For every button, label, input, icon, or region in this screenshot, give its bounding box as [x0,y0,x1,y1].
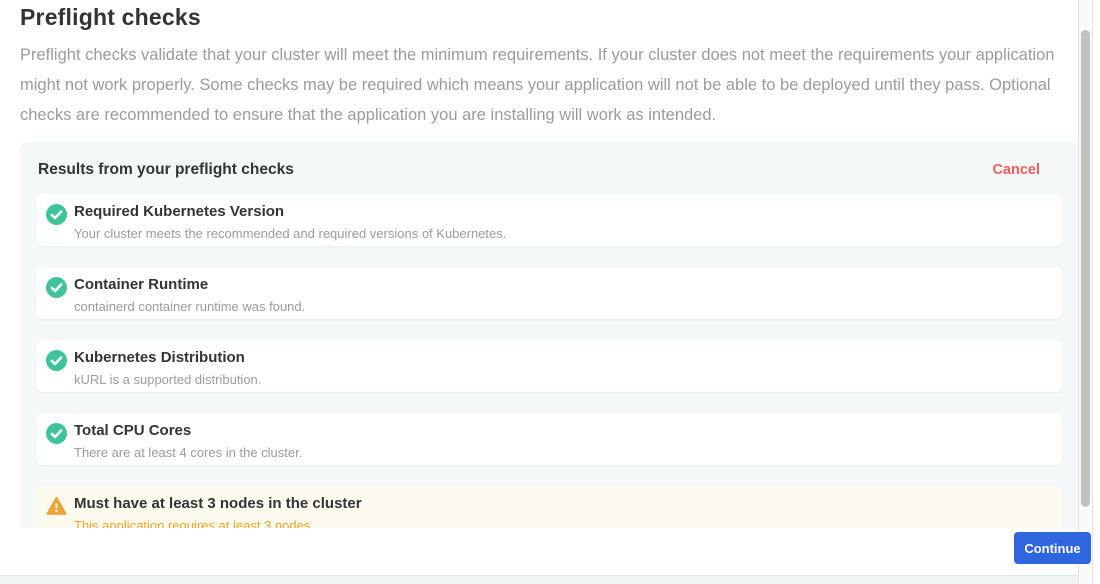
cancel-link[interactable]: Cancel [992,162,1040,178]
preflight-checks-page: Preflight checks Preflight checks valida… [0,0,1100,584]
preflight-results-panel: Results from your preflight checks Cance… [20,142,1078,584]
footer-bar [0,528,1078,576]
check-title: Total CPU Cores [74,422,302,439]
check-title: Container Runtime [74,276,305,293]
check-list: Required Kubernetes Version Your cluster… [36,194,1062,538]
check-title: Required Kubernetes Version [74,203,506,220]
check-text: Container Runtime containerd container r… [74,276,305,314]
check-text: Total CPU Cores There are at least 4 cor… [74,422,302,460]
check-message: containerd container runtime was found. [74,299,305,314]
check-row: Total CPU Cores There are at least 4 cor… [36,413,1062,465]
panel-header: Results from your preflight checks Cance… [20,142,1078,182]
check-text: Required Kubernetes Version Your cluster… [74,203,506,241]
check-row: Kubernetes Distribution kURL is a suppor… [36,340,1062,392]
check-circle-icon [46,277,67,298]
check-message: Your cluster meets the recommended and r… [74,226,506,241]
page-title: Preflight checks [20,4,201,31]
continue-button[interactable]: Continue [1014,532,1091,564]
page-description: Preflight checks validate that your clus… [20,40,1064,130]
check-message: kURL is a supported distribution. [74,372,261,387]
check-circle-icon [46,350,67,371]
check-title: Kubernetes Distribution [74,349,261,366]
bottom-strip [0,575,1078,584]
panel-heading: Results from your preflight checks [38,161,294,179]
check-row: Container Runtime containerd container r… [36,267,1062,319]
scrollbar-thumb[interactable] [1081,30,1090,507]
scrollbar-track[interactable] [1078,0,1093,584]
warning-triangle-icon [46,496,67,517]
check-row: Required Kubernetes Version Your cluster… [36,194,1062,246]
check-title: Must have at least 3 nodes in the cluste… [74,495,362,512]
check-message: There are at least 4 cores in the cluste… [74,445,302,460]
check-circle-icon [46,204,67,225]
check-text: Kubernetes Distribution kURL is a suppor… [74,349,261,387]
check-circle-icon [46,423,67,444]
